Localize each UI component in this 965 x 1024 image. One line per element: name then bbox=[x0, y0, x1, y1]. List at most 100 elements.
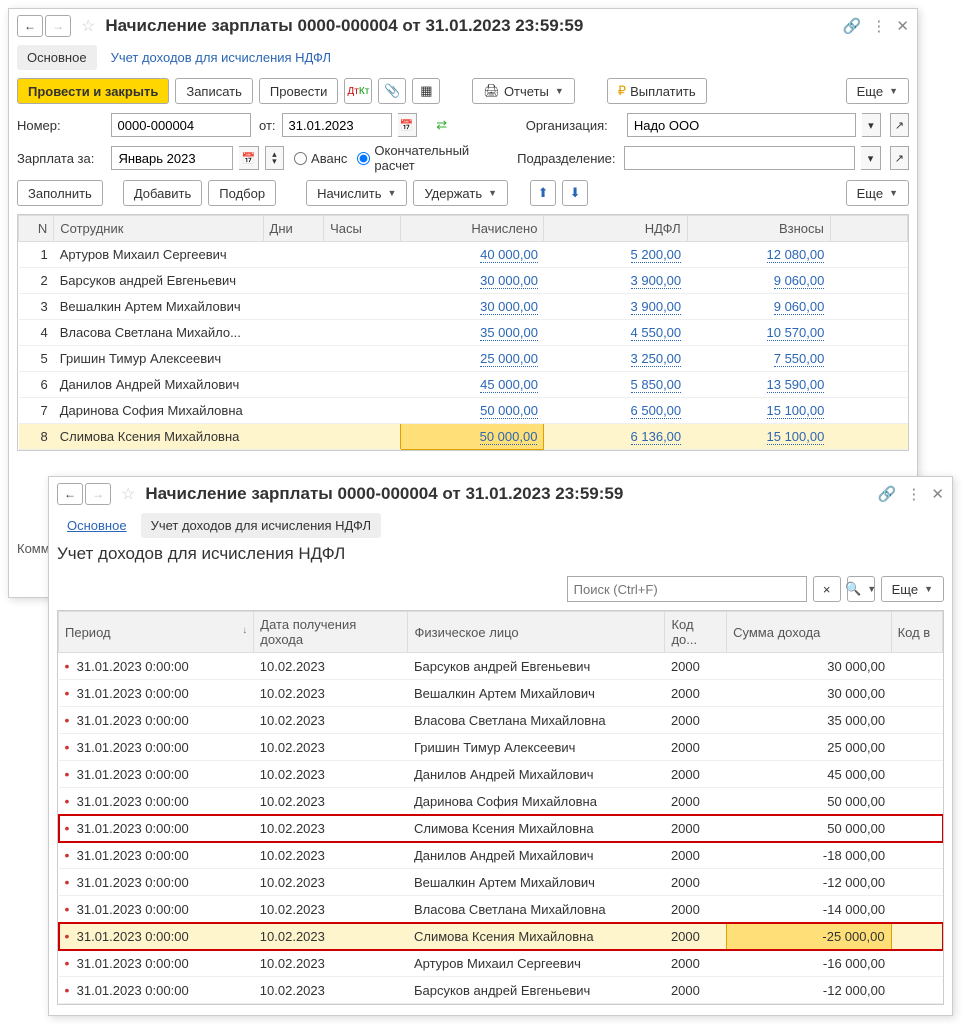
tab-main[interactable]: Основное bbox=[57, 513, 137, 538]
cell-ndfl[interactable]: 4 550,00 bbox=[544, 320, 687, 346]
hdr-contrib[interactable]: Взносы bbox=[687, 216, 830, 242]
hdr-days[interactable]: Дни bbox=[263, 216, 324, 242]
close-icon[interactable]: ✕ bbox=[931, 485, 944, 503]
cell-contrib[interactable]: 10 570,00 bbox=[687, 320, 830, 346]
table-row[interactable]: • 31.01.2023 0:00:0010.02.2023Вешалкин А… bbox=[59, 680, 943, 707]
hdr-code[interactable]: Код до... bbox=[665, 612, 727, 653]
kebab-menu-icon[interactable]: ⋮ bbox=[906, 485, 921, 503]
cell-contrib[interactable]: 15 100,00 bbox=[687, 398, 830, 424]
cell-accrued[interactable]: 35 000,00 bbox=[401, 320, 544, 346]
hdr-employee[interactable]: Сотрудник bbox=[54, 216, 263, 242]
hdr-hours[interactable]: Часы bbox=[324, 216, 401, 242]
structure-button[interactable]: ▦ bbox=[412, 78, 440, 104]
search-find-button[interactable]: 🔍▼ bbox=[847, 576, 875, 602]
hdr-sum[interactable]: Сумма дохода bbox=[727, 612, 891, 653]
fill-button[interactable]: Заполнить bbox=[17, 180, 103, 206]
period-input[interactable] bbox=[111, 146, 233, 170]
org-open-button[interactable]: ↗ bbox=[890, 113, 909, 137]
cell-accrued[interactable]: 45 000,00 bbox=[401, 372, 544, 398]
hdr-n[interactable]: N bbox=[19, 216, 54, 242]
dept-input[interactable] bbox=[624, 146, 855, 170]
close-icon[interactable]: ✕ bbox=[896, 17, 909, 35]
search-input[interactable] bbox=[567, 576, 807, 602]
nav-back-button[interactable]: ← bbox=[57, 483, 83, 505]
tab-ndfl[interactable]: Учет доходов для исчисления НДФЛ bbox=[101, 45, 341, 70]
tab-ndfl[interactable]: Учет доходов для исчисления НДФЛ bbox=[141, 513, 381, 538]
table-row[interactable]: • 31.01.2023 0:00:0010.02.2023Данилов Ан… bbox=[59, 761, 943, 788]
hdr-income-date[interactable]: Дата получения дохода bbox=[254, 612, 408, 653]
favorite-star-icon[interactable]: ☆ bbox=[81, 16, 95, 36]
cell-accrued[interactable]: 30 000,00 bbox=[401, 294, 544, 320]
cell-contrib[interactable]: 9 060,00 bbox=[687, 294, 830, 320]
reports-button[interactable]: 🖨 Отчеты▼ bbox=[472, 78, 574, 104]
cell-ndfl[interactable]: 6 136,00 bbox=[544, 424, 687, 450]
dept-open-button[interactable]: ↗ bbox=[890, 146, 909, 170]
table-row[interactable]: • 31.01.2023 0:00:0010.02.2023Власова Св… bbox=[59, 707, 943, 734]
table-row[interactable]: • 31.01.2023 0:00:0010.02.2023Власова Св… bbox=[59, 896, 943, 923]
nav-forward-button[interactable]: → bbox=[85, 483, 111, 505]
cell-ndfl[interactable]: 6 500,00 bbox=[544, 398, 687, 424]
table-row[interactable]: 1Артуров Михаил Сергеевич40 000,005 200,… bbox=[19, 242, 908, 268]
table-row[interactable]: • 31.01.2023 0:00:0010.02.2023Вешалкин А… bbox=[59, 869, 943, 896]
table-row[interactable]: 3Вешалкин Артем Михайлович30 000,003 900… bbox=[19, 294, 908, 320]
cell-accrued[interactable]: 30 000,00 bbox=[401, 268, 544, 294]
table-row[interactable]: 5Гришин Тимур Алексеевич25 000,003 250,0… bbox=[19, 346, 908, 372]
org-input[interactable] bbox=[627, 113, 856, 137]
period-spin-button[interactable]: ▴▾ bbox=[265, 146, 284, 170]
hdr-accrued[interactable]: Начислено bbox=[401, 216, 544, 242]
move-down-button[interactable]: ⬇ bbox=[562, 180, 588, 206]
number-input[interactable] bbox=[111, 113, 251, 137]
table-row[interactable]: • 31.01.2023 0:00:0010.02.2023Барсуков а… bbox=[59, 653, 943, 680]
pay-button[interactable]: ₽ Выплатить bbox=[607, 78, 707, 104]
advance-radio[interactable]: Аванс bbox=[294, 151, 347, 166]
search-clear-button[interactable]: × bbox=[813, 576, 841, 602]
hold-button[interactable]: Удержать▼ bbox=[413, 180, 508, 206]
table-row[interactable]: 2Барсуков андрей Евгеньевич30 000,003 90… bbox=[19, 268, 908, 294]
kebab-menu-icon[interactable]: ⋮ bbox=[871, 17, 886, 35]
add-button[interactable]: Добавить bbox=[123, 180, 202, 206]
hdr-period[interactable]: Период↓ bbox=[59, 612, 254, 653]
nav-back-button[interactable]: ← bbox=[17, 15, 43, 37]
table-row[interactable]: 8Слимова Ксения Михайловна50 000,006 136… bbox=[19, 424, 908, 450]
pick-button[interactable]: Подбор bbox=[208, 180, 276, 206]
cell-contrib[interactable]: 9 060,00 bbox=[687, 268, 830, 294]
period-cal-button[interactable]: 📅 bbox=[239, 146, 258, 170]
cell-accrued[interactable]: 25 000,00 bbox=[401, 346, 544, 372]
grid-more-button[interactable]: Еще▼ bbox=[846, 180, 909, 206]
cell-ndfl[interactable]: 3 900,00 bbox=[544, 268, 687, 294]
more-button[interactable]: Еще▼ bbox=[881, 576, 944, 602]
cell-ndfl[interactable]: 3 250,00 bbox=[544, 346, 687, 372]
write-button[interactable]: Записать bbox=[175, 78, 253, 104]
org-dropdown-button[interactable]: ▾ bbox=[862, 113, 881, 137]
table-row[interactable]: • 31.01.2023 0:00:0010.02.2023Барсуков а… bbox=[59, 977, 943, 1004]
cell-accrued[interactable]: 50 000,00 bbox=[401, 398, 544, 424]
cell-accrued[interactable]: 40 000,00 bbox=[401, 242, 544, 268]
calendar-icon[interactable]: 📅 bbox=[398, 113, 417, 137]
table-row[interactable]: 6Данилов Андрей Михайлович45 000,005 850… bbox=[19, 372, 908, 398]
nav-forward-button[interactable]: → bbox=[45, 15, 71, 37]
table-row[interactable]: 4Власова Светлана Михайло...35 000,004 5… bbox=[19, 320, 908, 346]
hdr-person[interactable]: Физическое лицо bbox=[408, 612, 665, 653]
table-row[interactable]: • 31.01.2023 0:00:0010.02.2023Даринова С… bbox=[59, 788, 943, 815]
table-row[interactable]: • 31.01.2023 0:00:0010.02.2023Данилов Ан… bbox=[59, 842, 943, 869]
dept-dropdown-button[interactable]: ▾ bbox=[861, 146, 880, 170]
post-button[interactable]: Провести bbox=[259, 78, 339, 104]
table-row[interactable]: 7Даринова София Михайловна50 000,006 500… bbox=[19, 398, 908, 424]
link-icon[interactable]: 🔗 bbox=[843, 17, 862, 35]
cell-contrib[interactable]: 12 080,00 bbox=[687, 242, 830, 268]
cell-accrued[interactable]: 50 000,00 bbox=[401, 424, 544, 450]
cell-ndfl[interactable]: 5 200,00 bbox=[544, 242, 687, 268]
link-icon[interactable]: 🔗 bbox=[878, 485, 897, 503]
final-radio[interactable]: Окончательный расчет bbox=[357, 143, 507, 173]
tab-main[interactable]: Основное bbox=[17, 45, 97, 70]
accrue-button[interactable]: Начислить▼ bbox=[306, 180, 407, 206]
dtct-button[interactable]: ДтКт bbox=[344, 78, 372, 104]
more-button[interactable]: Еще▼ bbox=[846, 78, 909, 104]
post-and-close-button[interactable]: Провести и закрыть bbox=[17, 78, 169, 104]
table-row[interactable]: • 31.01.2023 0:00:0010.02.2023Гришин Тим… bbox=[59, 734, 943, 761]
hdr-ndfl[interactable]: НДФЛ bbox=[544, 216, 687, 242]
cell-ndfl[interactable]: 3 900,00 bbox=[544, 294, 687, 320]
move-up-button[interactable]: ⬆ bbox=[530, 180, 556, 206]
table-row[interactable]: • 31.01.2023 0:00:0010.02.2023Артуров Ми… bbox=[59, 950, 943, 977]
cell-ndfl[interactable]: 5 850,00 bbox=[544, 372, 687, 398]
